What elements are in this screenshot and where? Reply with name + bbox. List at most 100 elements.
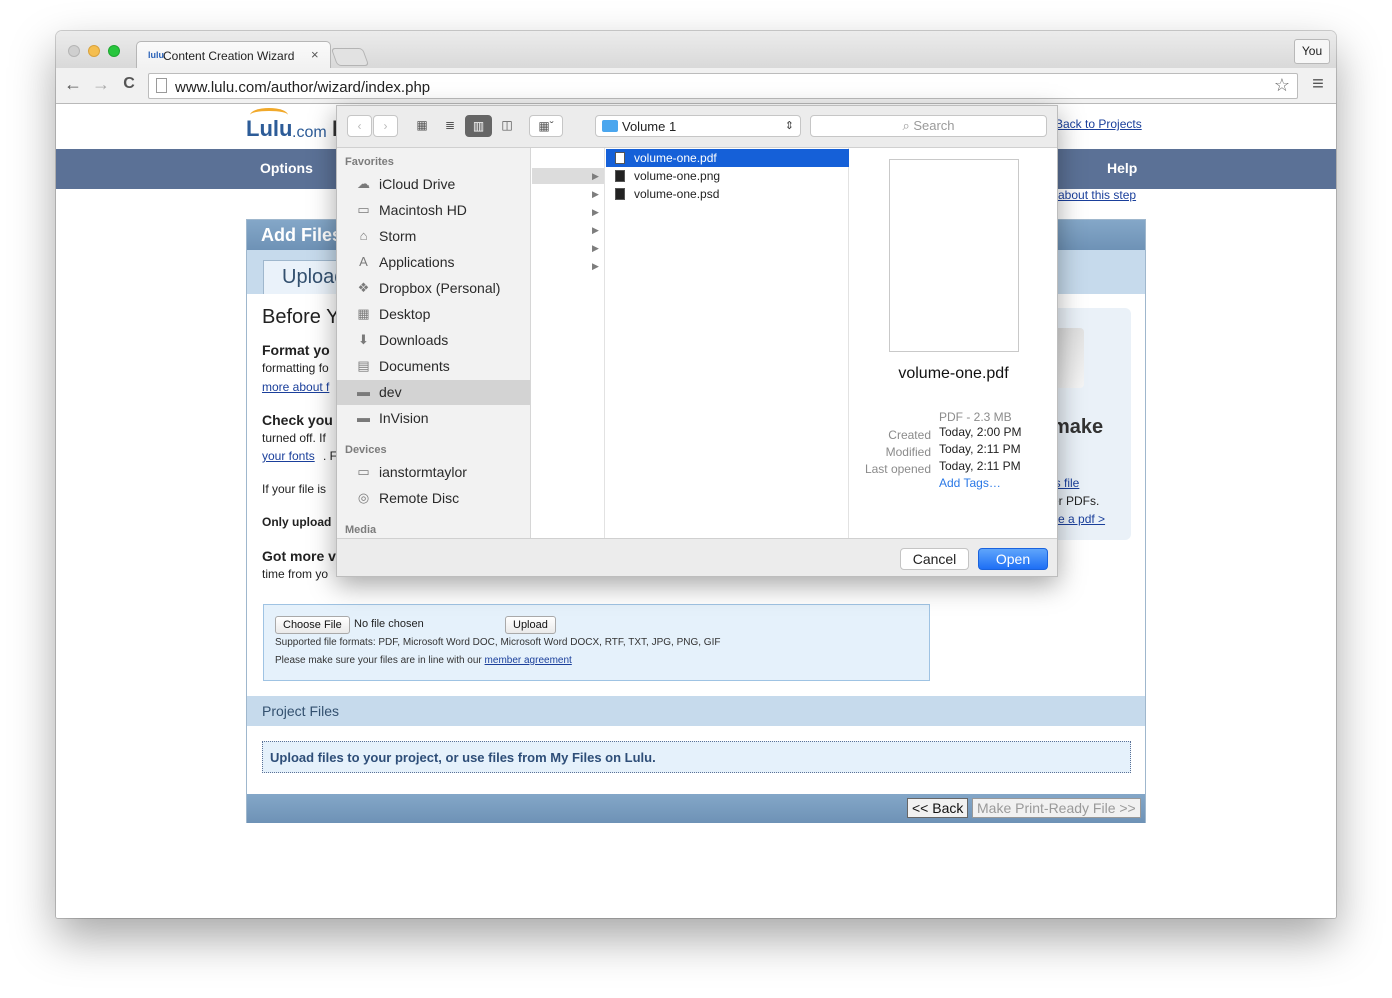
sidebar-item-storm[interactable]: ⌂ Storm: [337, 224, 530, 249]
sidebar-item-label: InVision: [379, 410, 429, 426]
minimize-window-button[interactable]: [88, 45, 100, 57]
sidebar-icon: ▬: [357, 410, 370, 425]
sidebar-item-icloud-drive[interactable]: ☁ iCloud Drive: [337, 172, 530, 197]
sidebar-item-label: Storm: [379, 228, 417, 244]
member-agreement-line: Please make sure your files are in line …: [275, 655, 572, 666]
project-files-message: Upload files to your project, or use fil…: [262, 741, 1131, 773]
make-pdf-link[interactable]: ke a pdf >: [1052, 512, 1105, 526]
file-icon: [615, 152, 625, 164]
file-icon: [615, 170, 625, 182]
fonts-tail: . F: [323, 449, 337, 463]
expand-arrow-icon: ▶: [592, 189, 599, 199]
format-heading: Format yo: [262, 342, 330, 358]
icon-view-icon[interactable]: ▦: [409, 115, 435, 137]
sidebar-item-label: Remote Disc: [379, 490, 460, 506]
expand-arrow-icon: ▶: [592, 225, 599, 235]
more-about-link[interactable]: more about f: [262, 380, 329, 394]
sidebar-item-downloads[interactable]: ⬇ Downloads: [337, 328, 530, 353]
created-value: Today, 2:00 PM: [939, 425, 1022, 439]
browser-toolbar: ← → C www.lulu.com/author/wizard/index.p…: [56, 68, 1336, 104]
column-view-icon[interactable]: ▥: [465, 115, 492, 137]
help-about-step-link[interactable]: about this step: [1058, 188, 1136, 202]
new-tab-button[interactable]: [330, 48, 370, 66]
parent-column[interactable]: ▶ ▶ ▶ ▶ ▶ ▶: [532, 148, 605, 538]
sidebar-item-desktop[interactable]: ▦ Desktop: [337, 302, 530, 327]
bookmark-star-icon[interactable]: ☆: [1274, 75, 1290, 96]
sidebar-icon: ▦: [357, 306, 370, 321]
open-file-dialog: ‹ › ▦ ≣ ▥ ◫ ▦ˇ Volume 1 ⇕ ⌕ Search Favor…: [336, 105, 1058, 577]
file-name: volume-one.png: [634, 169, 721, 183]
sidebar-item-macintosh-hd[interactable]: ▭ Macintosh HD: [337, 198, 530, 223]
nav-help[interactable]: Help: [1107, 160, 1137, 176]
forward-icon[interactable]: →: [89, 74, 113, 95]
location-popup[interactable]: Volume 1 ⇕: [595, 115, 801, 137]
sidebar-item-label: iCloud Drive: [379, 176, 456, 192]
close-window-button[interactable]: [68, 45, 80, 57]
upload-button[interactable]: Upload: [505, 616, 556, 634]
sidebar-icon: ❖: [357, 280, 370, 295]
sidebar-icon: A: [359, 254, 368, 269]
list-view-icon[interactable]: ≣: [437, 115, 463, 137]
sidebar-item-label: Documents: [379, 358, 450, 374]
reload-icon[interactable]: C: [117, 75, 141, 93]
sidebar-item-dropbox-personal[interactable]: ❖ Dropbox (Personal): [337, 276, 530, 301]
sidebar-icon: ▭: [357, 464, 370, 479]
only-upload-text: Only upload: [262, 515, 332, 529]
cancel-button[interactable]: Cancel: [900, 548, 969, 570]
file-column: volume-one.pdf volume-one.png volume-one.p…: [606, 148, 849, 538]
back-to-projects-link[interactable]: Back to Projects: [1055, 117, 1142, 131]
pdf-thumbnail: [889, 159, 1019, 352]
preview-kind: PDF - 2.3 MB: [939, 410, 1012, 424]
sidebar-item-label: dev: [379, 384, 402, 400]
search-placeholder: Search: [913, 118, 955, 133]
sidebar-item-invision[interactable]: ▬ InVision: [337, 406, 530, 431]
popup-chevron-icon: ⇕: [784, 120, 794, 132]
expand-arrow-icon: ▶: [592, 261, 599, 271]
file-row[interactable]: volume-one.psd: [606, 185, 849, 203]
modified-label: Modified: [885, 445, 931, 459]
arrange-menu-icon[interactable]: ▦ˇ: [529, 115, 563, 137]
address-bar[interactable]: www.lulu.com/author/wizard/index.php ☆: [148, 73, 1298, 99]
back-button[interactable]: << Back: [907, 798, 969, 818]
add-tags-link[interactable]: Add Tags…: [939, 476, 1001, 490]
coverflow-view-icon[interactable]: ◫: [494, 115, 520, 137]
member-agreement-link[interactable]: member agreement: [485, 655, 572, 666]
sidebar-item-dev[interactable]: ▬ dev: [337, 380, 530, 405]
search-field[interactable]: ⌕ Search: [810, 115, 1047, 137]
zoom-window-button[interactable]: [108, 45, 120, 57]
file-row[interactable]: volume-one.png: [606, 167, 849, 185]
if-file-text: If your file is: [262, 482, 327, 496]
your-fonts-link[interactable]: your fonts: [262, 449, 315, 463]
chrome-menu-icon[interactable]: ≡: [1306, 73, 1330, 96]
profile-button[interactable]: You: [1294, 39, 1330, 64]
dialog-toolbar: ‹ › ▦ ≣ ▥ ◫ ▦ˇ Volume 1 ⇕ ⌕ Search: [337, 106, 1057, 148]
file-row[interactable]: volume-one.pdf: [606, 149, 849, 167]
sidebar-item-ianstormtaylor[interactable]: ▭ ianstormtaylor: [337, 460, 530, 485]
open-button[interactable]: Open: [978, 548, 1048, 570]
sidebar-item-remote-disc[interactable]: ◎ Remote Disc: [337, 486, 530, 511]
forward-nav-icon[interactable]: ›: [373, 115, 398, 137]
back-nav-icon[interactable]: ‹: [347, 115, 372, 137]
page-icon: [156, 78, 167, 93]
sidebar-icon: ⌂: [359, 228, 368, 243]
sidebar-icon: ▤: [357, 358, 370, 373]
adobe-make-text: make: [1052, 416, 1104, 438]
opened-value: Today, 2:11 PM: [939, 459, 1021, 473]
panel-footer: << Back Make Print-Ready File >>: [247, 794, 1145, 823]
sidebar-item-label: ianstormtaylor: [379, 464, 467, 480]
expand-arrow-icon: ▶: [592, 207, 599, 217]
sidebar-item-label: Dropbox (Personal): [379, 280, 501, 296]
back-icon[interactable]: ←: [61, 74, 85, 95]
sidebar-item-documents[interactable]: ▤ Documents: [337, 354, 530, 379]
nav-options[interactable]: Options: [260, 160, 313, 176]
choose-file-button[interactable]: Choose File: [275, 616, 350, 634]
created-label: Created: [888, 428, 931, 442]
tab-title: Content Creation Wizard: [163, 49, 295, 63]
check-text: turned off. If: [262, 431, 326, 445]
logo-text: Lulu: [246, 116, 293, 141]
sidebar-item-applications[interactable]: A Applications: [337, 250, 530, 275]
project-files-header: Project Files: [247, 696, 1145, 726]
location-label: Volume 1: [622, 119, 677, 134]
tab-close-icon[interactable]: ×: [311, 47, 319, 62]
make-print-ready-button[interactable]: Make Print-Ready File >>: [972, 798, 1141, 818]
